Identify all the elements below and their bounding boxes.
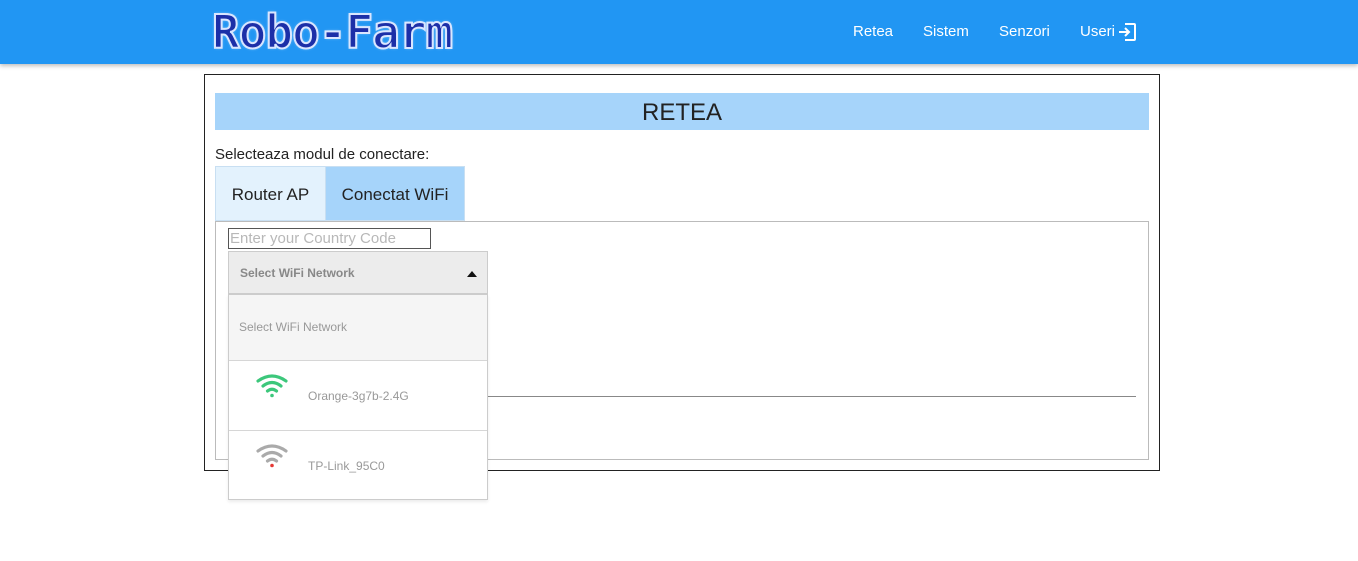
- wifi-option-orange[interactable]: Orange-3g7b-2.4G: [229, 360, 487, 431]
- nav-retea[interactable]: Retea: [853, 0, 893, 64]
- wifi-weak-icon: [256, 444, 288, 468]
- wifi-option-label: Select WiFi Network: [239, 320, 348, 334]
- nav-useri[interactable]: Useri: [1080, 0, 1115, 64]
- connection-mode-label: Selecteaza modul de conectare:: [215, 146, 430, 163]
- caret-up-icon: [467, 271, 477, 277]
- tab-conectat-wifi[interactable]: Conectat WiFi: [325, 166, 465, 221]
- wifi-select-value: Select WiFi Network: [240, 266, 355, 280]
- country-code-input[interactable]: [228, 228, 431, 249]
- page-title: RETEA: [641, 99, 722, 126]
- nav-sistem[interactable]: Sistem: [923, 0, 969, 64]
- nav-senzori[interactable]: Senzori: [999, 0, 1050, 64]
- logo-text: Robo-Farm: [211, 5, 454, 59]
- tab-router-ap[interactable]: Router AP: [215, 166, 326, 221]
- divider: [488, 396, 1136, 397]
- wifi-network-options: Select WiFi Network Orange-3g7b-2.4G TP-…: [228, 294, 488, 500]
- wifi-strong-icon: [256, 374, 288, 398]
- wifi-network-select[interactable]: Select WiFi Network: [228, 251, 488, 294]
- logout-icon[interactable]: [1117, 22, 1137, 42]
- wifi-option-label: TP-Link_95C0: [308, 459, 385, 473]
- wifi-option-label: Orange-3g7b-2.4G: [308, 389, 409, 403]
- wifi-option-tplink[interactable]: TP-Link_95C0: [229, 431, 487, 501]
- wifi-option-placeholder[interactable]: Select WiFi Network: [229, 295, 487, 361]
- top-navbar: Robo-Farm Retea Sistem Senzori Useri: [0, 0, 1358, 64]
- robo-farm-logo[interactable]: Robo-Farm: [211, 5, 542, 59]
- page-title-bar: RETEA: [215, 93, 1149, 130]
